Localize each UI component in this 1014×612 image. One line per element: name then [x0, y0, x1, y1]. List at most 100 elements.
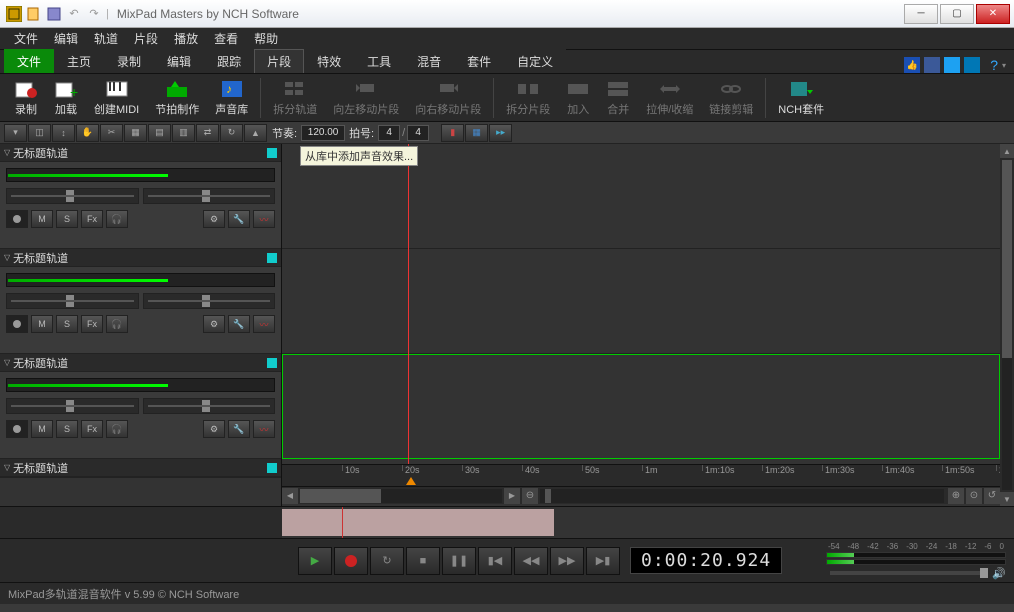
tempo-input[interactable]	[301, 125, 345, 141]
ribbon-move-right[interactable]: 向右移动片段	[407, 75, 489, 121]
mute-button[interactable]: M	[31, 210, 53, 228]
record-button[interactable]	[334, 547, 368, 575]
tab-clip[interactable]: 片段	[254, 49, 304, 73]
ribbon-merge[interactable]: 合并	[598, 75, 638, 121]
ribbon-link[interactable]: 链接剪辑	[701, 75, 761, 121]
ribbon-nch-suite[interactable]: NCH套件	[770, 75, 832, 121]
volume-slider[interactable]	[6, 398, 139, 414]
rewind-button[interactable]: ◀◀	[514, 547, 548, 575]
skip-start-button[interactable]: ▮◀	[478, 547, 512, 575]
menu-edit[interactable]: 编辑	[46, 30, 86, 47]
collapse-icon[interactable]: ▽	[4, 253, 10, 262]
scroll-up-icon[interactable]: ▲	[1000, 144, 1014, 158]
zoom-slider[interactable]	[540, 489, 944, 503]
automation-button[interactable]: ⚙	[203, 210, 225, 228]
track-header[interactable]: ▽无标题轨道	[0, 144, 281, 162]
settings-button[interactable]: 🔧	[228, 420, 250, 438]
tab-record[interactable]: 录制	[104, 49, 154, 73]
maximize-button[interactable]: ▢	[940, 4, 974, 24]
menu-file[interactable]: 文件	[6, 30, 46, 47]
menu-track[interactable]: 轨道	[86, 30, 126, 47]
scroll-left-icon[interactable]: ◀	[282, 488, 298, 504]
menu-help[interactable]: 帮助	[246, 30, 286, 47]
ribbon-join[interactable]: 加入	[558, 75, 598, 121]
solo-button[interactable]: S	[56, 315, 78, 333]
linkedin-icon[interactable]	[964, 57, 980, 73]
tool-cursor[interactable]: ↕	[52, 124, 75, 142]
sig-den-input[interactable]	[407, 125, 429, 141]
arm-button[interactable]	[6, 210, 28, 228]
play-button[interactable]: ▶	[298, 547, 332, 575]
collapse-icon[interactable]: ▽	[4, 358, 10, 367]
scroll-right-icon[interactable]: ▶	[504, 488, 520, 504]
menu-play[interactable]: 播放	[166, 30, 206, 47]
scroll-thumb[interactable]	[300, 489, 381, 503]
ribbon-load[interactable]: +加载	[46, 75, 86, 121]
tab-custom[interactable]: 自定义	[504, 49, 566, 73]
tool-cut[interactable]: ✂	[100, 124, 123, 142]
ribbon-stretch[interactable]: 拉伸/收缩	[638, 75, 701, 121]
redo-icon[interactable]: ↷	[86, 6, 102, 22]
settings-button[interactable]: 🔧	[228, 315, 250, 333]
mute-button[interactable]: M	[31, 420, 53, 438]
collapse-icon[interactable]: ▽	[4, 148, 10, 157]
zoom-fit-icon[interactable]: ⊙	[966, 488, 982, 504]
mute-button[interactable]: M	[31, 315, 53, 333]
track-color-icon[interactable]	[267, 148, 277, 158]
view-mode1[interactable]: ▦	[465, 124, 488, 142]
ribbon-midi[interactable]: 创建MIDI	[86, 75, 147, 121]
tab-track[interactable]: 跟踪	[204, 49, 254, 73]
wave-button[interactable]: 〰	[253, 210, 275, 228]
help-icon[interactable]: ?	[990, 57, 998, 73]
fx-button[interactable]: Fx	[81, 315, 103, 333]
loop-button[interactable]: ↻	[370, 547, 404, 575]
scroll-track[interactable]	[300, 489, 502, 503]
ribbon-split-track[interactable]: 拆分轨道	[265, 75, 325, 121]
automation-button[interactable]: ⚙	[203, 420, 225, 438]
settings-button[interactable]: 🔧	[228, 210, 250, 228]
ribbon-move-left[interactable]: 向左移动片段	[325, 75, 407, 121]
vertical-scroll[interactable]: ▲ ▼	[1000, 144, 1014, 506]
tool-pointer[interactable]: ▾	[4, 124, 27, 142]
timeline[interactable]: 从库中添加声音效果... 10s 20s 30s 40s 50s 1m 1m:1…	[282, 144, 1000, 506]
forward-button[interactable]: ▶▶	[550, 547, 584, 575]
ribbon-soundlib[interactable]: ♪声音库	[207, 75, 256, 121]
menu-clip[interactable]: 片段	[126, 30, 166, 47]
time-ruler[interactable]: 10s 20s 30s 40s 50s 1m 1m:10s 1m:20s 1m:…	[282, 464, 1000, 486]
timecode-display[interactable]: 0:00:20.924	[630, 547, 782, 574]
tab-mix[interactable]: 混音	[404, 49, 454, 73]
stop-button[interactable]: ■	[406, 547, 440, 575]
pause-button[interactable]: ❚❚	[442, 547, 476, 575]
ribbon-record[interactable]: 录制	[6, 75, 46, 121]
overview-region[interactable]	[282, 509, 554, 536]
tool-grid3[interactable]: ▥	[172, 124, 195, 142]
tool-loop[interactable]: ↻	[220, 124, 243, 142]
menu-view[interactable]: 查看	[206, 30, 246, 47]
zoom-in-icon[interactable]: ⊕	[948, 488, 964, 504]
tool-grid2[interactable]: ▤	[148, 124, 171, 142]
monitor-button[interactable]: 🎧	[106, 420, 128, 438]
pan-slider[interactable]	[143, 188, 276, 204]
arm-button[interactable]	[6, 420, 28, 438]
clip-area[interactable]	[282, 144, 1000, 464]
fx-button[interactable]: Fx	[81, 210, 103, 228]
zoom-reset-icon[interactable]: ↺	[984, 488, 1000, 504]
new-icon[interactable]	[26, 6, 42, 22]
tool-link[interactable]: ⇄	[196, 124, 219, 142]
tool-snap[interactable]: ◫	[28, 124, 51, 142]
solo-button[interactable]: S	[56, 210, 78, 228]
like-icon[interactable]: 👍	[904, 57, 920, 73]
fx-button[interactable]: Fx	[81, 420, 103, 438]
tool-grid1[interactable]: ▦	[124, 124, 147, 142]
solo-button[interactable]: S	[56, 420, 78, 438]
playhead[interactable]	[408, 144, 409, 464]
twitter-icon[interactable]	[944, 57, 960, 73]
vscroll-thumb[interactable]	[1002, 160, 1012, 358]
automation-button[interactable]: ⚙	[203, 315, 225, 333]
volume-slider[interactable]	[6, 293, 139, 309]
monitor-button[interactable]: 🎧	[106, 210, 128, 228]
tool-metro[interactable]: ▲	[244, 124, 267, 142]
speaker-icon[interactable]: 🔊	[992, 567, 1006, 580]
facebook-icon[interactable]	[924, 57, 940, 73]
monitor-button[interactable]: 🎧	[106, 315, 128, 333]
